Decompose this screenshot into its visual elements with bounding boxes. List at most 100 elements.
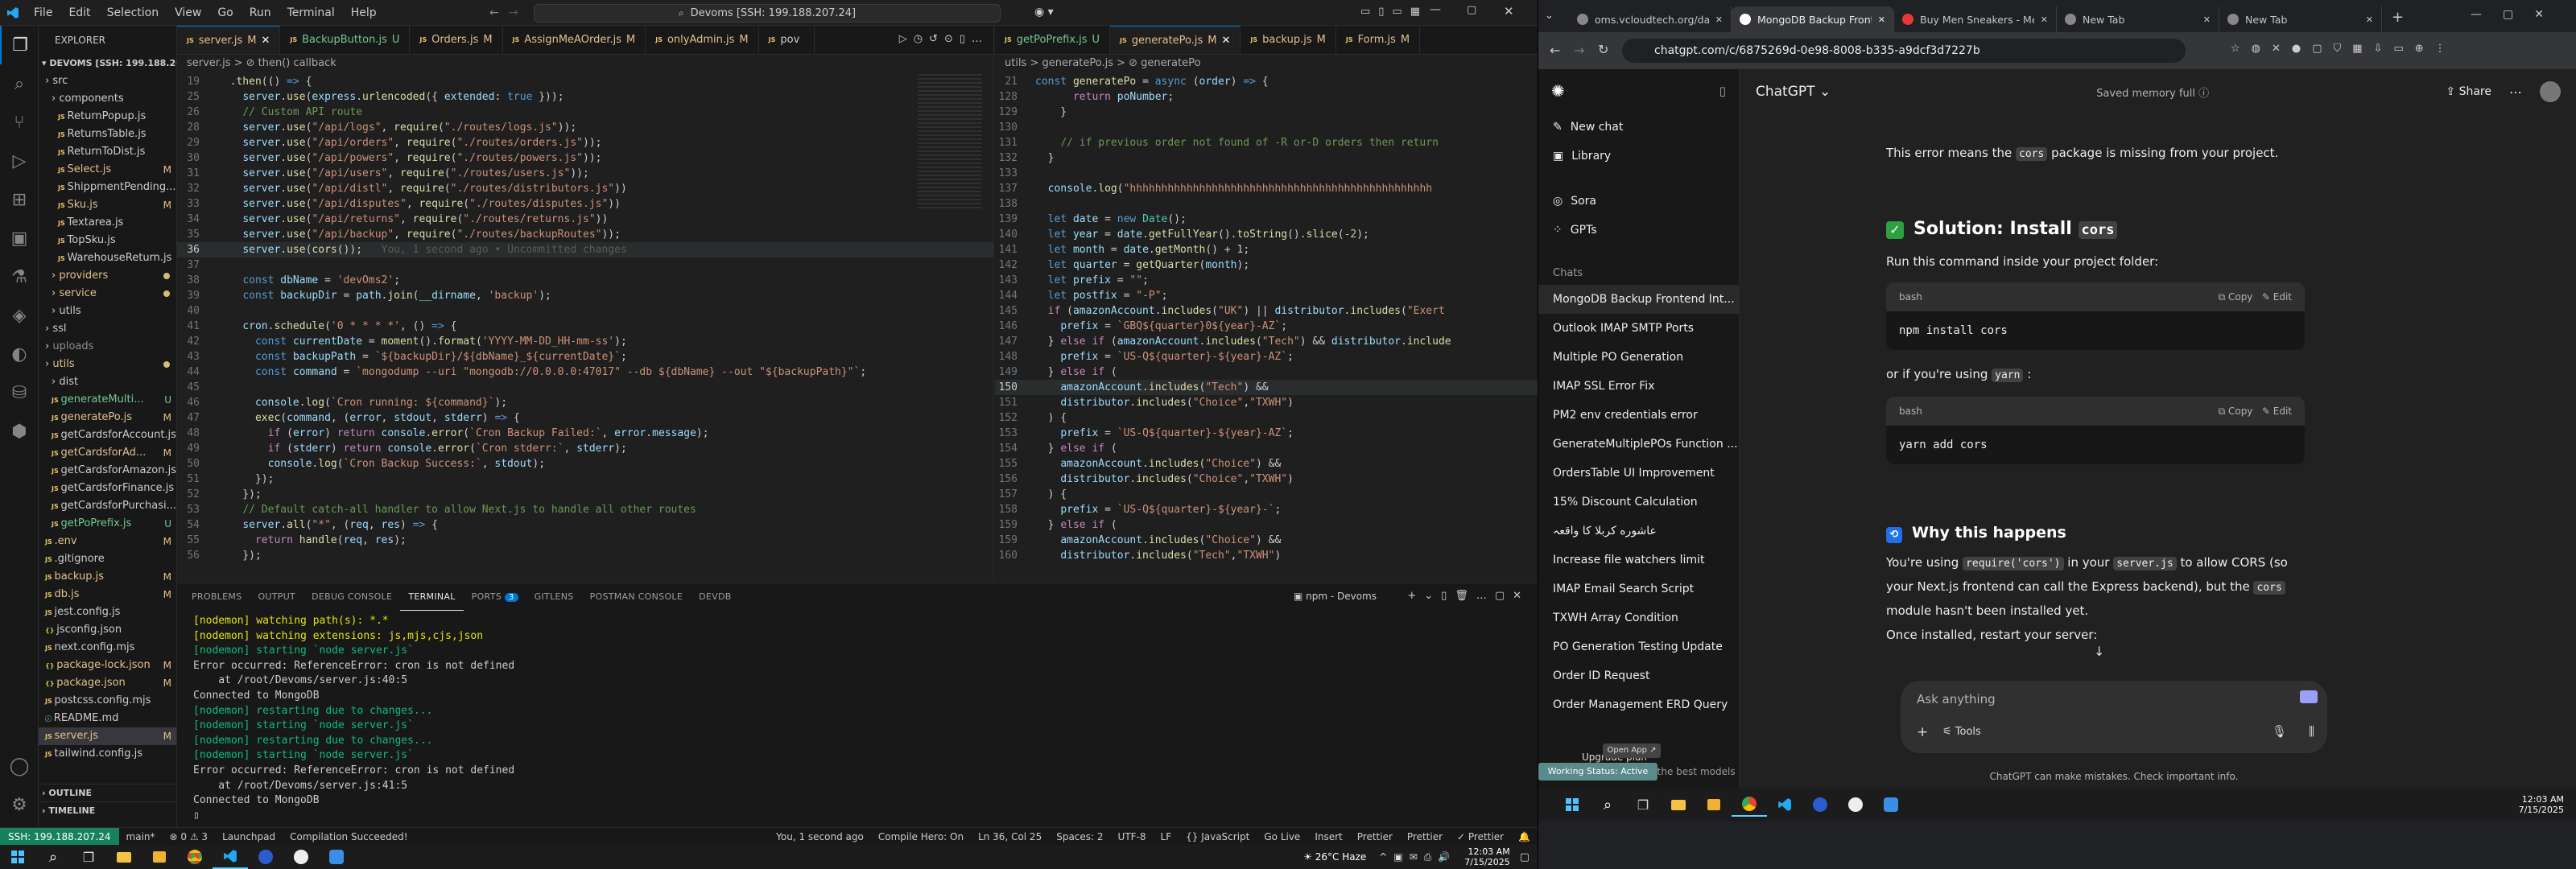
notifications-bell-icon[interactable]: 🔔 — [1511, 831, 1538, 842]
tree-item[interactable]: {} package.json M — [39, 674, 176, 692]
tree-item[interactable]: › src — [39, 72, 176, 90]
status-item[interactable]: Prettier — [1400, 831, 1450, 842]
explorer-icon[interactable]: ❐ — [0, 26, 39, 64]
editor-tab[interactable]: JS onlyAdmin.js M — [646, 26, 759, 54]
terminal-name[interactable]: ▣ npm - Devoms — [1294, 591, 1377, 602]
tools-button[interactable]: ⚟ Tools — [1942, 726, 1981, 738]
chat-history-item[interactable]: Multiple PO Generation — [1538, 343, 1739, 372]
tab-search-icon[interactable]: ⌄ — [1545, 10, 1554, 22]
code-editor-left[interactable]: 19 .then(() => {25 server.use(express.ur… — [177, 72, 993, 579]
status-item[interactable]: LF — [1154, 831, 1179, 842]
edit-button[interactable]: ✎ Edit — [2262, 406, 2292, 417]
open-app-popup[interactable]: Open App ↗ — [1603, 743, 1661, 758]
chat-history-item[interactable]: OrdersTable UI Improvement — [1538, 459, 1739, 488]
chat-history-item[interactable]: 15% Discount Calculation — [1538, 488, 1739, 517]
nav-forward-icon[interactable]: → — [509, 6, 518, 19]
close-button[interactable]: ✕ — [1504, 4, 1514, 19]
source-control-icon[interactable]: ⑂ — [0, 103, 39, 142]
status-item[interactable]: Spaces: 2 — [1049, 831, 1110, 842]
menu-file[interactable]: File — [26, 0, 60, 26]
panel-tab-terminal[interactable]: TERMINAL — [400, 583, 464, 611]
maximize-button[interactable]: ▢ — [1467, 4, 1476, 16]
weather-widget[interactable]: ☀ 26°C Haze — [1303, 851, 1379, 863]
browser-tab[interactable]: oms.vcloudtech.org/das ✕ — [1569, 6, 1732, 32]
outline-section[interactable]: › OUTLINE — [39, 784, 176, 801]
browser-tab[interactable]: New Tab ✕ — [2057, 6, 2219, 32]
editor-tab[interactable]: JS server.js M ✕ — [177, 26, 281, 55]
chat-history-item[interactable]: عاشوره کربلا کا واقعہ — [1538, 517, 1739, 546]
remote-explorer-icon[interactable]: ▣ — [0, 219, 39, 257]
database-icon[interactable]: ⛁ — [0, 373, 39, 412]
tree-item[interactable]: ⓘ README.md — [39, 710, 176, 727]
status-item[interactable]: Compile Hero: On — [871, 831, 971, 842]
browser-tab[interactable]: MongoDB Backup Fronte ✕ — [1732, 6, 1894, 32]
breadcrumb-right[interactable]: utils > generatePo.js > ⊘ generatePo — [995, 55, 1538, 72]
tree-item[interactable]: JS .gitignore — [39, 550, 176, 568]
tree-item[interactable]: JS TopSku.js — [39, 232, 176, 249]
chat-history-item[interactable]: Outlook IMAP SMTP Ports — [1538, 314, 1739, 343]
tree-item[interactable]: › uploads — [39, 338, 176, 356]
menu-go[interactable]: Go — [209, 0, 241, 26]
notification-icon[interactable]: ▢ — [1520, 851, 1538, 863]
close-tab-icon[interactable]: ✕ — [261, 27, 270, 55]
status-item[interactable]: ✓ Prettier — [1450, 831, 1511, 842]
tree-item[interactable]: JS backup.js M — [39, 568, 176, 586]
address-bar[interactable]: chatgpt.com/c/6875269d-0e98-8008-b335-a9… — [1622, 39, 2186, 63]
mic-icon[interactable]: 🎙 — [2272, 724, 2287, 739]
menu-edit[interactable]: Edit — [60, 0, 98, 26]
tree-item[interactable]: › service — [39, 285, 176, 303]
tree-item[interactable]: JS getCardsforPurchasi... — [39, 497, 176, 515]
library-button[interactable]: ▣ Library — [1538, 142, 1739, 171]
tree-item[interactable]: JS .env M — [39, 533, 176, 550]
task-view-icon[interactable]: ❐ — [1625, 793, 1661, 817]
status-item[interactable]: You, 1 second ago — [769, 831, 871, 842]
search-icon[interactable]: ⌕ — [35, 845, 71, 869]
editor-tab[interactable]: JS backup.js M — [1241, 26, 1336, 54]
chat-history-item[interactable]: TXWH Array Condition — [1538, 603, 1739, 632]
browser-tab[interactable]: Buy Men Sneakers - Me ✕ — [1894, 6, 2057, 32]
prompt-input[interactable]: Ask anything — [1917, 692, 1996, 706]
task-view-icon[interactable]: ❐ — [71, 845, 106, 869]
avatar[interactable] — [2540, 81, 2561, 102]
file-explorer-icon[interactable] — [106, 845, 142, 869]
breadcrumb-left[interactable]: server.js > ⊘ then() callback — [177, 55, 993, 72]
editor-tab[interactable]: JS generatePo.js M ✕ — [1110, 26, 1241, 54]
vscode-taskbar-icon[interactable] — [213, 845, 248, 869]
tree-item[interactable]: JS tailwind.config.js — [39, 745, 176, 763]
editor-tab[interactable]: JS Orders.js M — [410, 26, 503, 54]
chat-history-item[interactable]: Order Management ERD Query — [1538, 690, 1739, 719]
launchpad[interactable]: Launchpad — [215, 831, 283, 842]
gpts-button[interactable]: ⁘ GPTs — [1538, 216, 1739, 245]
tree-item[interactable]: › dist — [39, 373, 176, 391]
close-tab-icon[interactable]: ✕ — [1715, 14, 1723, 25]
model-selector[interactable]: ChatGPT ⌄ — [1756, 84, 1831, 100]
editor-tab[interactable]: JS BackupButton.js U — [280, 26, 411, 54]
status-item[interactable]: Insert — [1307, 831, 1349, 842]
status-item[interactable]: Prettier — [1350, 831, 1400, 842]
tree-item[interactable]: JS postcss.config.mjs — [39, 692, 176, 710]
app-icon[interactable] — [1802, 793, 1838, 817]
tree-item[interactable]: JS ReturnToDist.js — [39, 143, 176, 161]
tree-item[interactable]: JS Textarea.js — [39, 214, 176, 232]
command-center-search[interactable]: ⌕ Devoms [SSH: 199.188.207.24] — [534, 4, 1001, 23]
code-editor-right[interactable]: 21 const generatePo = async (order) => {1… — [995, 72, 1538, 579]
status-item[interactable]: {} JavaScript — [1179, 831, 1257, 842]
editor-tab[interactable]: JS pov — [759, 26, 815, 54]
chrome-icon[interactable] — [1732, 793, 1767, 817]
tree-item[interactable]: JS ShippmentPending... — [39, 179, 176, 196]
panel-tab-gitlens[interactable]: GITLENS — [526, 583, 582, 611]
chrome-icon[interactable] — [177, 845, 213, 869]
menu-terminal[interactable]: Terminal — [279, 0, 343, 26]
edit-button[interactable]: ✎ Edit — [2262, 291, 2292, 303]
terminal-output[interactable]: [nodemon] watching path(s): *.* [nodemon]… — [177, 611, 1538, 823]
status-item[interactable]: Go Live — [1257, 831, 1307, 842]
tree-item[interactable]: JS generateMulti... U — [39, 391, 176, 409]
tree-item[interactable]: JS getCardsforFinance.js — [39, 480, 176, 497]
chat-history-item[interactable]: IMAP Email Search Script — [1538, 575, 1739, 603]
back-icon[interactable]: ← — [1550, 43, 1560, 58]
tree-item[interactable]: {} jsconfig.json — [39, 621, 176, 639]
panel-tab-postman-console[interactable]: POSTMAN CONSOLE — [582, 583, 691, 611]
chat-history-item[interactable]: IMAP SSL Error Fix — [1538, 372, 1739, 401]
tree-item[interactable]: JS jest.config.js — [39, 603, 176, 621]
menu-run[interactable]: Run — [242, 0, 279, 26]
